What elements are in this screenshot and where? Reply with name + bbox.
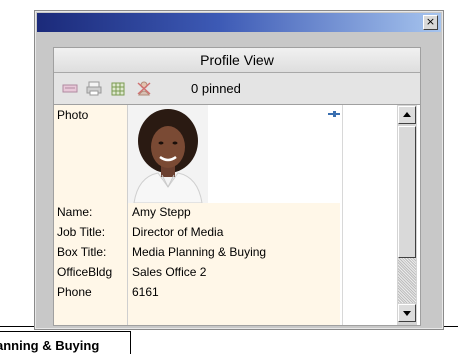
name-label: Name: xyxy=(57,205,93,219)
card-icon[interactable] xyxy=(62,81,78,96)
vertical-scrollbar[interactable] xyxy=(397,105,417,325)
arrow-down-icon xyxy=(403,311,411,316)
panel-title: Profile View xyxy=(54,48,420,73)
arrow-up-icon xyxy=(403,112,411,117)
profile-view-window[interactable]: × Profile View 0 pinned Photo Name: Amy … xyxy=(34,10,444,330)
empty-column xyxy=(342,105,398,325)
job-title-label: Job Title: xyxy=(57,225,106,239)
scroll-up-button[interactable] xyxy=(398,106,416,124)
profile-content: Photo Name: Amy Stepp Job Title: Directo… xyxy=(54,105,420,325)
org-box-label: anning & Buying xyxy=(0,338,100,353)
box-title-label: Box Title: xyxy=(57,245,107,259)
job-title-value: Director of Media xyxy=(132,225,224,239)
box-title-value: Media Planning & Buying xyxy=(132,245,267,259)
profile-photo xyxy=(128,105,208,203)
phone-label: Phone xyxy=(57,285,92,299)
office-bldg-label: OfficeBldg xyxy=(57,265,113,279)
scroll-thumb[interactable] xyxy=(398,126,416,258)
profile-toolbar: 0 pinned xyxy=(54,73,420,105)
org-chart-box[interactable]: anning & Buying xyxy=(0,331,131,354)
name-value: Amy Stepp xyxy=(132,205,191,219)
grid-add-icon[interactable] xyxy=(110,81,126,96)
phone-value: 6161 xyxy=(132,285,159,299)
office-bldg-value: Sales Office 2 xyxy=(132,265,207,279)
photo-area xyxy=(128,105,342,203)
print-icon[interactable] xyxy=(86,81,102,96)
people-remove-icon[interactable] xyxy=(136,81,152,96)
photo-label: Photo xyxy=(57,108,89,122)
window-titlebar[interactable]: × xyxy=(37,13,441,32)
pin-icon[interactable] xyxy=(328,110,340,118)
scroll-track[interactable] xyxy=(398,258,416,303)
scroll-down-button[interactable] xyxy=(398,304,416,322)
profile-panel: Profile View 0 pinned Photo Name: Amy St… xyxy=(53,47,421,326)
close-button[interactable]: × xyxy=(423,15,438,30)
pinned-count: 0 pinned xyxy=(191,81,241,96)
